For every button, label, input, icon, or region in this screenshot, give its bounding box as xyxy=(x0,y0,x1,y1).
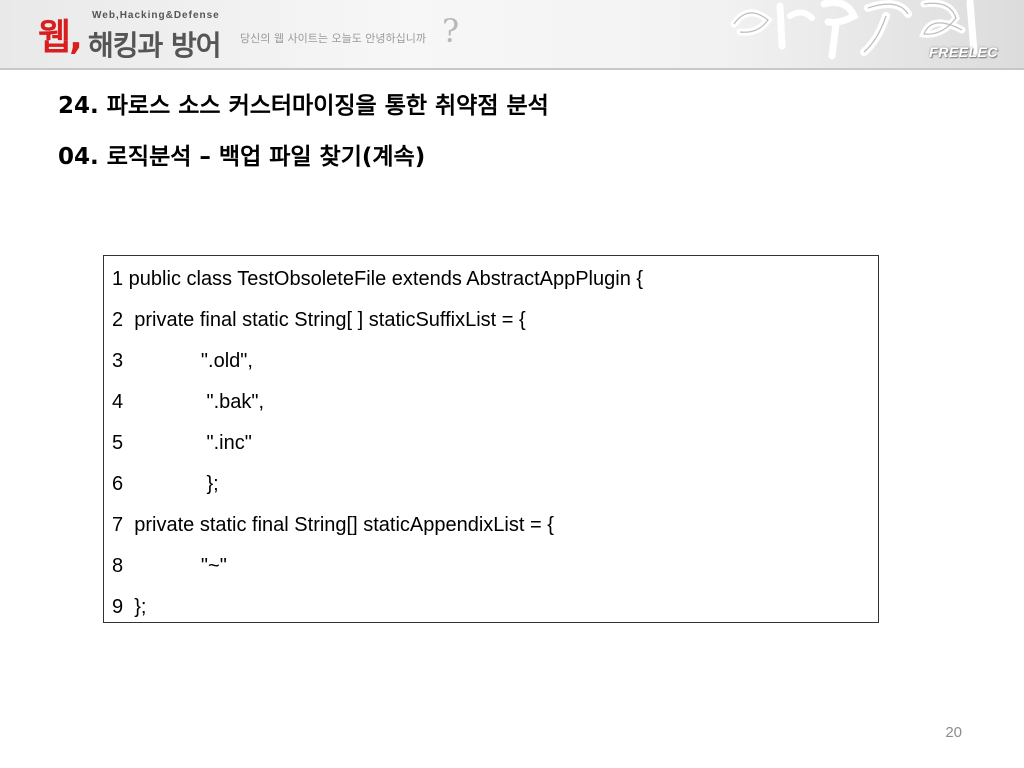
header-banner: 웹, Web,Hacking&Defense 해킹과 방어 당신의 웹 사이트는… xyxy=(0,0,1024,70)
slide-subtitle: 04. 로직분석 – 백업 파일 찾기(계속) xyxy=(58,144,426,170)
tagline: 당신의 웹 사이트는 오늘도 안녕하십니까 xyxy=(240,32,427,45)
line-code: private static final String[] staticAppe… xyxy=(123,514,554,536)
line-number: 5 xyxy=(112,432,124,454)
line-number: 3 xyxy=(112,350,124,372)
line-code: }; xyxy=(123,596,147,618)
line-code: private final static String[ ] staticSuf… xyxy=(123,309,526,331)
line-number: 6 xyxy=(112,473,124,495)
line-code: ".inc" xyxy=(123,432,252,454)
line-number: 1 xyxy=(112,268,124,290)
line-number: 7 xyxy=(112,514,124,536)
line-code: }; xyxy=(123,473,219,495)
code-line: 8 "~" xyxy=(112,551,227,581)
slide-title: 24. 파로스 소스 커스터마이징을 통한 취약점 분석 xyxy=(58,93,549,119)
line-code: "~" xyxy=(123,555,227,577)
code-line: 9 }; xyxy=(112,592,146,622)
line-code: public class TestObsoleteFile extends Ab… xyxy=(123,268,644,290)
slide: 웹, Web,Hacking&Defense 해킹과 방어 당신의 웹 사이트는… xyxy=(0,0,1024,768)
line-code: ".old", xyxy=(123,350,253,372)
publisher-logo: FREELEC xyxy=(929,44,998,60)
code-line: 5 ".inc" xyxy=(112,428,252,458)
line-number: 9 xyxy=(112,596,124,618)
line-code: ".bak", xyxy=(123,391,265,413)
code-line: 7 private static final String[] staticAp… xyxy=(112,510,554,540)
tagline-question-mark: ? xyxy=(442,12,460,50)
logo-title: 해킹과 방어 xyxy=(88,29,222,62)
code-line: 3 ".old", xyxy=(112,346,253,376)
code-line: 1 public class TestObsoleteFile extends … xyxy=(112,264,643,294)
logo-subtitle: Web,Hacking&Defense xyxy=(92,10,220,21)
code-line: 2 private final static String[ ] staticS… xyxy=(112,305,526,335)
logo-mark: 웹, xyxy=(38,17,83,58)
code-line: 6 }; xyxy=(112,469,219,499)
line-number: 8 xyxy=(112,555,124,577)
page-number: 20 xyxy=(945,724,962,741)
code-listing-box: 1 public class TestObsoleteFile extends … xyxy=(103,255,879,623)
code-line: 4 ".bak", xyxy=(112,387,264,417)
line-number: 4 xyxy=(112,391,124,413)
line-number: 2 xyxy=(112,309,124,331)
